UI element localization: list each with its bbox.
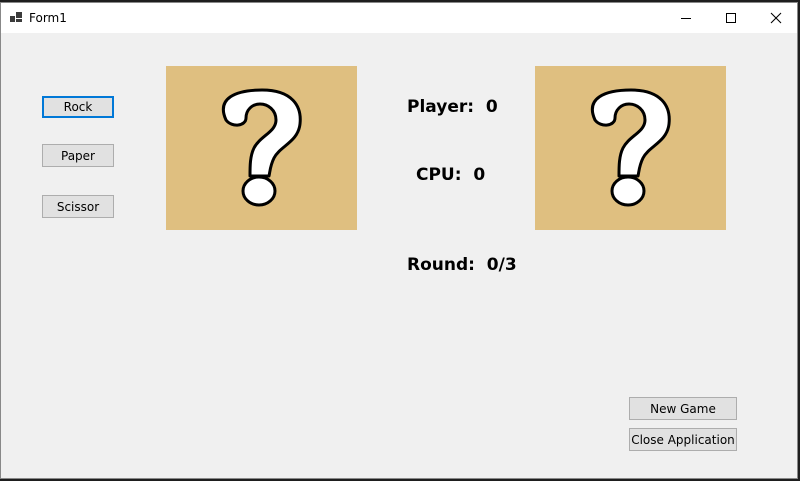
form-window: Form1 Rock Paper Scissor Player: 0 CPU: … bbox=[0, 2, 798, 479]
form-client-area: Rock Paper Scissor Player: 0 CPU: 0 Roun… bbox=[1, 33, 797, 478]
title-bar[interactable]: Form1 bbox=[1, 3, 797, 33]
round-label: Round: bbox=[407, 255, 481, 275]
cpu-score-value: 0 bbox=[473, 165, 486, 185]
close-button[interactable] bbox=[753, 3, 799, 33]
player-score-label: Player: bbox=[407, 97, 480, 117]
scissor-button[interactable]: Scissor bbox=[42, 195, 114, 218]
player-choice-picture bbox=[166, 66, 357, 230]
question-mark-icon bbox=[591, 88, 671, 207]
cpu-choice-picture bbox=[535, 66, 726, 230]
close-icon bbox=[770, 12, 782, 24]
maximize-button[interactable] bbox=[708, 3, 754, 33]
cpu-score-label: CPU: bbox=[416, 165, 468, 185]
new-game-button[interactable]: New Game bbox=[629, 397, 737, 420]
window-title: Form1 bbox=[29, 11, 67, 25]
cpu-score: CPU: 0 bbox=[416, 165, 485, 185]
rock-button[interactable]: Rock bbox=[42, 96, 114, 118]
minimize-icon bbox=[681, 18, 691, 19]
maximize-icon bbox=[726, 13, 736, 23]
app-icon bbox=[10, 12, 22, 22]
player-score-value: 0 bbox=[485, 97, 498, 117]
minimize-button[interactable] bbox=[663, 3, 709, 33]
question-mark-icon bbox=[222, 88, 302, 207]
round-value: 0/3 bbox=[486, 255, 517, 275]
player-score: Player: 0 bbox=[407, 97, 498, 117]
close-application-button[interactable]: Close Application bbox=[629, 428, 737, 451]
paper-button[interactable]: Paper bbox=[42, 144, 114, 167]
round-counter: Round: 0/3 bbox=[407, 255, 517, 275]
